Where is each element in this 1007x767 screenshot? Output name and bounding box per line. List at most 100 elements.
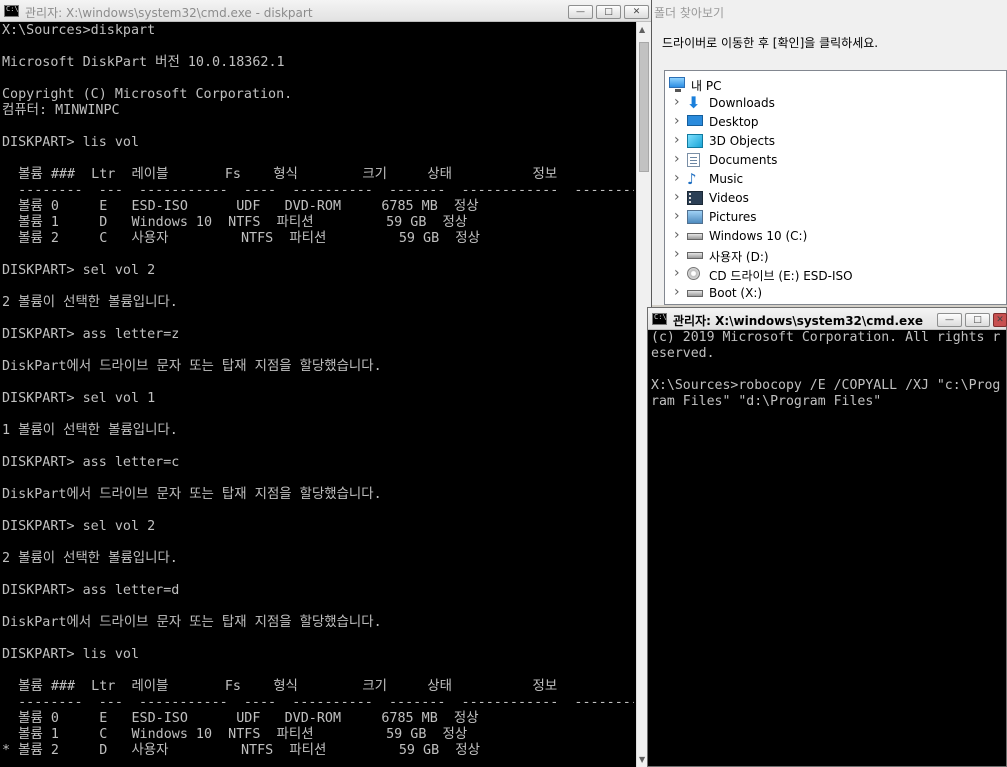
console-line: ram Files" "d:\Program Files"	[651, 394, 882, 409]
console-line: DISKPART> ass letter=d	[2, 583, 180, 598]
console-line: DiskPart에서 드라이브 문자 또는 탑재 지점을 할당했습니다.	[2, 359, 382, 374]
folder-tree-item-label: Downloads	[709, 96, 775, 110]
chevron-right-icon[interactable]: ›	[674, 265, 680, 281]
robocopy-cmd-window[interactable]: 관리자: X:\windows\system32\cmd.exe — □ ✕ (…	[647, 307, 1007, 767]
close-button[interactable]: ✕	[993, 313, 1007, 327]
console-line: DISKPART> sel vol 1	[2, 391, 156, 406]
close-button[interactable]: ✕	[624, 5, 649, 19]
robocopy-window-titlebar[interactable]: 관리자: X:\windows\system32\cmd.exe — □ ✕	[648, 308, 1007, 330]
drive-icon	[687, 233, 703, 240]
console-line: 볼륨 2 C 사용자 NTFS 파티션 59 GB 정상	[2, 231, 480, 246]
console-line: 2 볼륨이 선택한 볼륨입니다.	[2, 295, 178, 310]
scroll-down-arrow-icon[interactable]: ▼	[639, 755, 645, 764]
scrollbar-thumb[interactable]	[639, 42, 649, 172]
folder-tree-item-label: Videos	[709, 191, 749, 205]
downloads-icon: ⬇	[687, 93, 701, 112]
diskpart-cmd-window[interactable]: 관리자: X:\windows\system32\cmd.exe - diskp…	[0, 0, 652, 767]
console-line: 2 볼륨이 선택한 볼륨입니다.	[2, 551, 178, 566]
folder-tree-item[interactable]: › 3D Objects	[665, 132, 1006, 151]
folder-tree-view[interactable]: 내 PC › ⬇ Downloads › Desktop › 3D Objects › Docum…	[664, 70, 1007, 305]
chevron-right-icon[interactable]: ›	[674, 208, 680, 224]
console-line: * 볼륨 2 D 사용자 NTFS 파티션 59 GB 정상	[2, 743, 480, 758]
chevron-right-icon[interactable]: ›	[674, 189, 680, 205]
console-line: DISKPART> sel vol 2	[2, 263, 156, 278]
folder-tree-item-label: Desktop	[709, 115, 759, 129]
drive-icon	[687, 290, 703, 297]
console-line: eserved.	[651, 346, 715, 361]
robocopy-console-output[interactable]: (c) 2019 Microsoft Corporation. All righ…	[651, 330, 1005, 766]
chevron-right-icon[interactable]: ›	[674, 132, 680, 148]
documents-icon	[687, 153, 700, 167]
folder-tree-item-label: 3D Objects	[709, 134, 776, 148]
console-line: (c) 2019 Microsoft Corporation. All righ…	[651, 330, 1001, 345]
console-line: 1 볼륨이 선택한 볼륨입니다.	[2, 423, 178, 438]
console-line: 볼륨 1 D Windows 10 NTFS 파티션 59 GB 정상	[2, 215, 468, 230]
console-line: DISKPART> ass letter=c	[2, 455, 180, 470]
cmd-app-icon	[652, 313, 667, 325]
console-line: DiskPart에서 드라이브 문자 또는 탑재 지점을 할당했습니다.	[2, 615, 382, 630]
chevron-right-icon[interactable]: ›	[674, 246, 680, 262]
cmd-app-icon	[4, 5, 19, 17]
chevron-right-icon[interactable]: ›	[674, 94, 680, 110]
folder-tree-item-label: CD 드라이브 (E:) ESD-ISO	[709, 269, 853, 283]
folder-tree-item-label: Boot (X:)	[709, 286, 763, 300]
folder-tree-item[interactable]: › 사용자 (D:)	[665, 246, 1006, 265]
folder-tree-item-label: 사용자 (D:)	[709, 250, 769, 264]
pictures-icon	[687, 210, 703, 224]
music-icon: ♪	[687, 170, 697, 188]
diskpart-console-output[interactable]: X:\Sources>diskpart Microsoft DiskPart 버전…	[2, 23, 634, 767]
folder-tree-item[interactable]: › Desktop	[665, 113, 1006, 132]
folder-tree-item-label: 내 PC	[691, 79, 722, 93]
chevron-right-icon[interactable]: ›	[674, 284, 680, 300]
console-line: DiskPart에서 드라이브 문자 또는 탑재 지점을 할당했습니다.	[2, 487, 382, 502]
folder-dialog-instruction: 드라이버로 이동한 후 [확인]을 클릭하세요.	[662, 36, 879, 50]
folder-browse-dialog[interactable]: 폴더 찾아보기 드라이버로 이동한 후 [확인]을 클릭하세요. 내 PC › ⬇ D…	[652, 0, 1007, 305]
chevron-right-icon[interactable]: ›	[674, 151, 680, 167]
pc-icon	[669, 77, 685, 92]
folder-tree-item-label: Pictures	[709, 210, 757, 224]
minimize-button[interactable]: —	[568, 5, 593, 19]
diskpart-window-titlebar[interactable]: 관리자: X:\windows\system32\cmd.exe - diskp…	[0, 0, 651, 22]
folder-tree-item[interactable]: › Pictures	[665, 208, 1006, 227]
folder-tree-item[interactable]: › CD 드라이브 (E:) ESD-ISO	[665, 265, 1006, 284]
diskpart-window-title: 관리자: X:\windows\system32\cmd.exe - diskp…	[25, 6, 313, 20]
console-line: X:\Sources>diskpart	[2, 23, 156, 38]
chevron-right-icon[interactable]: ›	[674, 227, 680, 243]
scroll-up-arrow-icon[interactable]: ▲	[639, 25, 645, 34]
folder-tree-item[interactable]: › ⬇ Downloads	[665, 94, 1006, 113]
folder-tree-item[interactable]: › ♪ Music	[665, 170, 1006, 189]
folder-tree-item[interactable]: › Windows 10 (C:)	[665, 227, 1006, 246]
maximize-button[interactable]: □	[596, 5, 621, 19]
folder-tree-item-label: Windows 10 (C:)	[709, 229, 808, 243]
folder-tree-item-label: Music	[709, 172, 744, 186]
folder-tree-item[interactable]: › Documents	[665, 151, 1006, 170]
chevron-right-icon[interactable]: ›	[674, 170, 680, 186]
chevron-right-icon[interactable]: ›	[674, 113, 680, 129]
folder-tree-item[interactable]: › Boot (X:)	[665, 284, 1006, 303]
console-line: Microsoft DiskPart 버전 10.0.18362.1	[2, 55, 285, 70]
console-line: -------- --- ----------- ---- ----------…	[2, 183, 634, 198]
maximize-button[interactable]: □	[965, 313, 990, 327]
folder-tree-item-label: Documents	[709, 153, 778, 167]
console-line: 볼륨 ### Ltr 레이블 Fs 형식 크기 상태 정보	[2, 167, 558, 182]
console-line: DISKPART> sel vol 2	[2, 519, 156, 534]
folder-tree-item[interactable]: 내 PC	[665, 75, 1006, 94]
desktop-icon	[687, 115, 703, 126]
folder-tree-item[interactable]: › Videos	[665, 189, 1006, 208]
minimize-button[interactable]: —	[937, 313, 962, 327]
console-line: -------- --- ----------- ---- ----------…	[2, 695, 634, 710]
